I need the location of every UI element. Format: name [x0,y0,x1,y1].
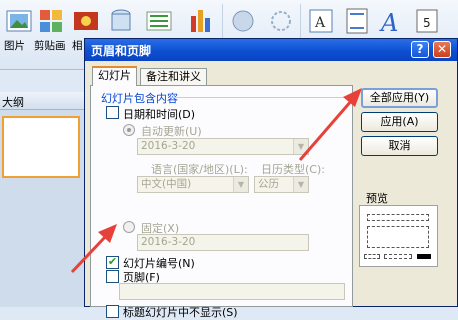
svg-text:A: A [379,9,398,36]
preview-date-placeholder [364,254,380,259]
preview-slide-number [417,254,431,259]
cancel-button[interactable]: 取消 [361,136,438,156]
dialog-title: 页眉和页脚 [91,44,152,58]
chevron-down-icon: ▼ [293,177,308,192]
picture-icon[interactable] [4,6,34,36]
language-select[interactable]: 中文(中国) ▼ [137,176,249,193]
apply-all-button[interactable]: 全部应用(Y) [361,88,438,108]
hyperlink-icon[interactable] [228,6,258,36]
close-button[interactable]: ✕ [433,41,451,58]
footer-text-input[interactable] [119,283,345,300]
fixed-date-input[interactable]: 2016-3-20 [137,234,309,251]
apply-button[interactable]: 应用(A) [361,112,438,132]
slide-tab-panel: 幻灯片包含内容 日期和时间(D) 自动更新(U) 2016-3-20 ▼ 语言(… [90,85,353,319]
textbox-icon[interactable]: A [306,6,336,36]
tab-outline[interactable]: 大纲 [0,92,88,110]
ribbon-label-album[interactable]: 相 [72,38,83,53]
ribbon-label-picture[interactable]: 图片 [4,38,25,53]
smartart-icon[interactable] [144,6,174,36]
outline-tab-label: 大纲 [2,96,24,109]
dialog-titlebar[interactable]: 页眉和页脚 ? ✕ [85,39,457,61]
slide-number-checkbox[interactable]: ✔ [106,256,119,269]
auto-update-date-select[interactable]: 2016-3-20 ▼ [137,138,309,155]
group-title: 幻灯片包含内容 [101,92,178,105]
preview-label: 预览 [366,192,388,205]
preview-body-placeholder [367,226,429,248]
slide-thumbnail[interactable] [2,116,80,178]
fixed-radio[interactable] [123,221,135,233]
language-label: 语言(国家/地区)(L): [151,163,248,176]
calendar-select[interactable]: 公历 ▼ [254,176,309,193]
svg-text:5: 5 [423,16,431,30]
ribbon-label-clipart[interactable]: 剪贴画 [34,38,66,53]
preview-box [359,205,438,267]
preview-title-placeholder [367,214,429,221]
chevron-down-icon: ▼ [293,139,308,154]
preview-footer-placeholder [384,254,412,259]
chart-icon[interactable] [186,6,216,36]
header-footer-icon[interactable] [342,6,372,36]
hide-on-title-label[interactable]: 标题幻灯片中不显示(S) [123,304,238,320]
clipart-icon[interactable] [36,6,66,36]
tab-notes-handouts[interactable]: 备注和讲义 [140,68,207,85]
date-time-label[interactable]: 日期和时间(D) [123,106,195,122]
auto-update-radio[interactable] [123,124,135,136]
group-divider [169,97,345,98]
wordart-icon[interactable]: A [376,6,406,36]
footer-checkbox[interactable] [106,270,119,283]
language-value: 中文(中国) [141,178,192,190]
chevron-down-icon: ▼ [233,177,248,192]
date-time-checkbox[interactable] [106,106,119,119]
svg-text:A: A [314,15,326,31]
tab-slide[interactable]: 幻灯片 [92,66,137,86]
header-footer-dialog: 页眉和页脚 ? ✕ 幻灯片 备注和讲义 幻灯片包含内容 日期和时间(D) 自动更… [84,38,458,319]
calendar-value: 公历 [258,178,279,190]
shapes-icon[interactable] [106,6,136,36]
photo-album-icon[interactable] [72,6,102,36]
date-time-icon[interactable]: 5 [412,6,442,36]
calendar-label: 日历类型(C): [261,163,325,176]
auto-update-date-value: 2016-3-20 [141,140,196,152]
action-icon[interactable] [266,6,296,36]
auto-update-label: 自动更新(U) [141,125,202,138]
help-button[interactable]: ? [411,41,429,58]
